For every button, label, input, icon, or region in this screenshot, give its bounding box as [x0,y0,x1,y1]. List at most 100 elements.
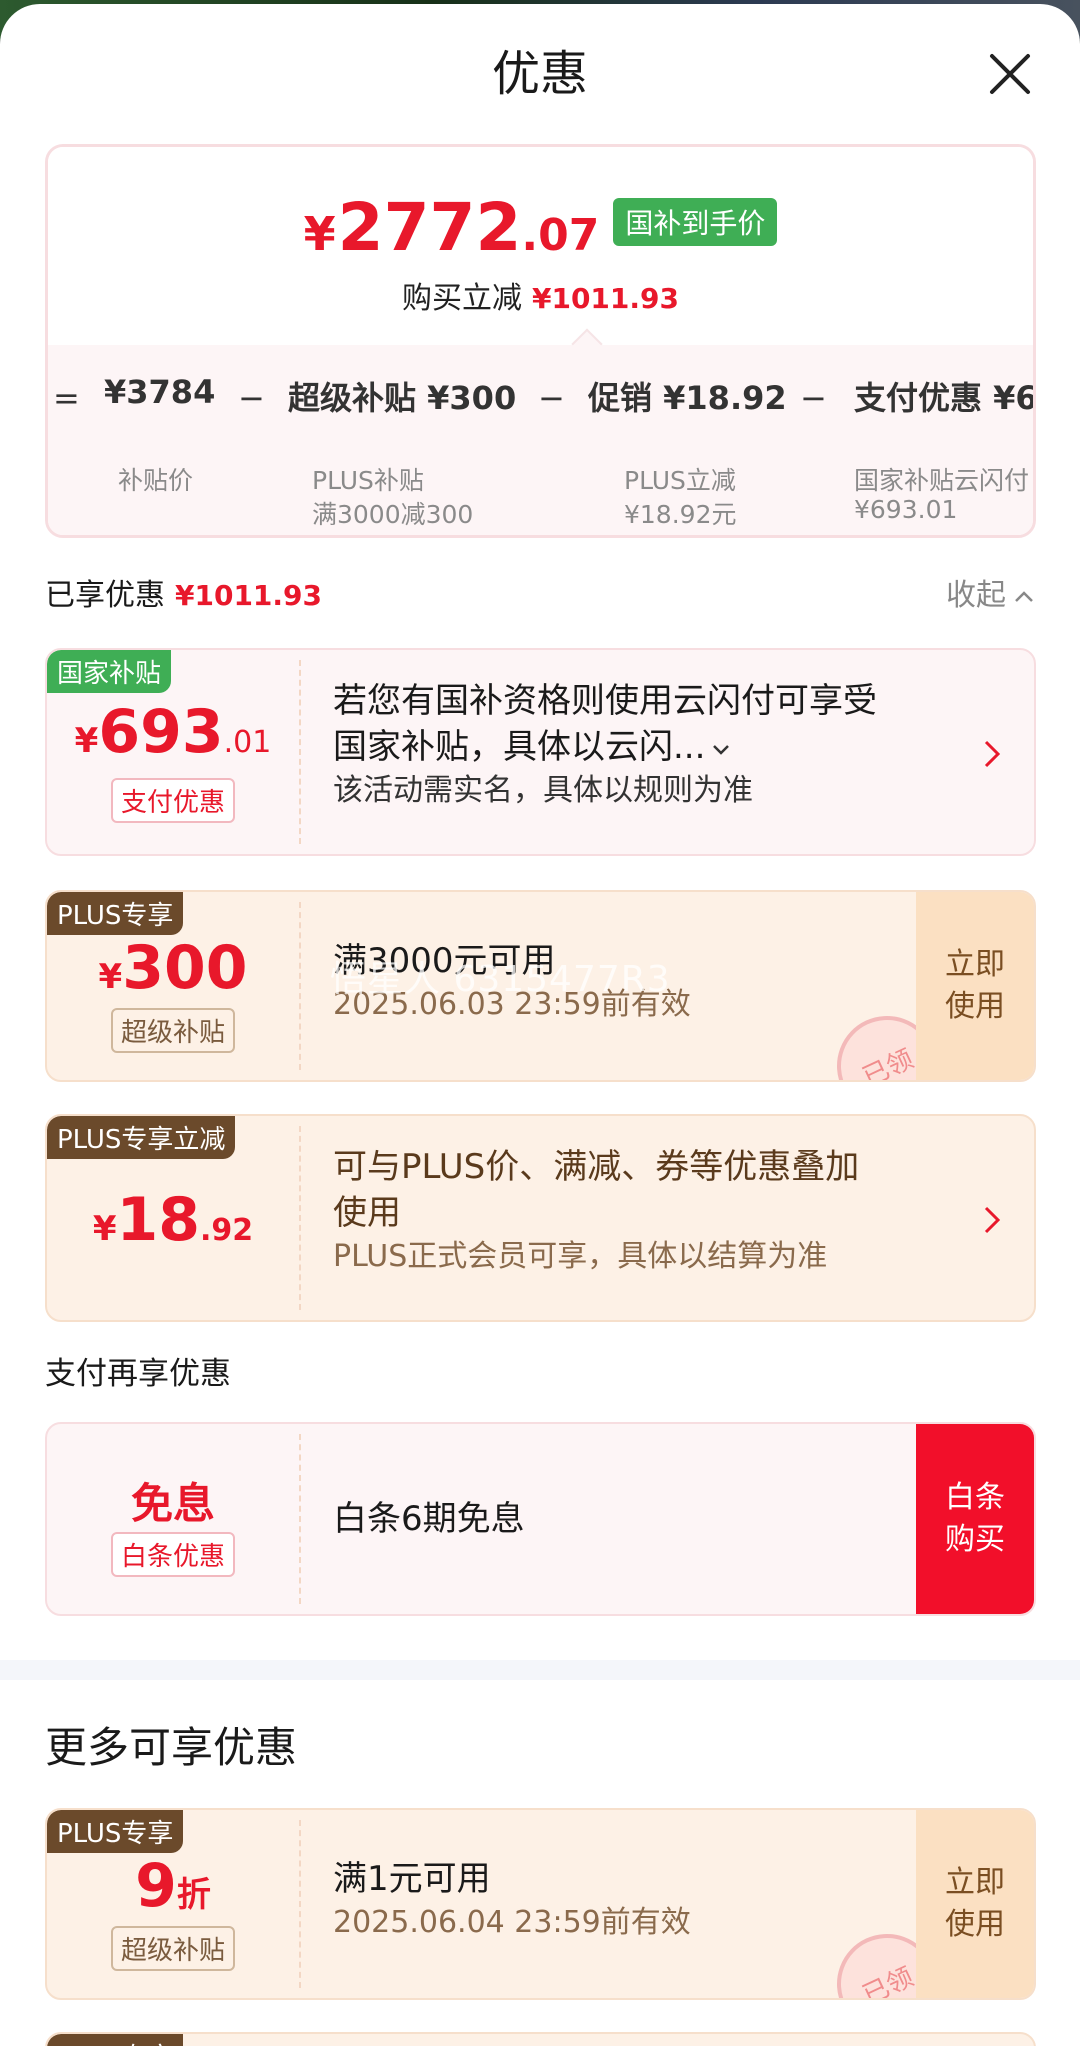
amount-integer: 300 [122,933,248,1003]
collapse-label: 收起 [946,578,1006,613]
formula-op: − [538,379,565,417]
use-now-button[interactable]: 立即 使用 [916,892,1034,1080]
coupon-type-label: 超级补贴 [110,1008,235,1053]
coupon-divider [299,1434,301,1604]
plus-discount-card[interactable]: PLUS专享 9折 超级补贴 满1元可用 2025.06.04 23:59前有效… [45,1808,1036,2000]
price-integer: 2772 [337,189,522,266]
formula-op: = [53,379,80,417]
amount-decimal: .92 [200,1213,254,1248]
close-icon[interactable] [986,50,1034,98]
use-now-button[interactable]: 立即 使用 [916,1810,1034,1998]
coupon-amount: ¥693.01 [47,700,299,764]
final-price-section: ¥ 2772 .07 国补到手价 购买立减 ¥1011.93 [48,147,1033,347]
formula-sub: PLUS补贴 [312,466,424,495]
formula-sub: ¥693.01 [854,495,958,524]
enjoyed-amount: ¥1011.93 [175,579,323,612]
coupon-type: 超级补贴 [47,1926,299,1971]
price-breakdown[interactable]: = ¥3784 补贴价 − 超级补贴 ¥300 PLUS补贴 满3000减300… [48,345,1036,535]
coupon-type-label: 白条优惠 [110,1532,235,1577]
coupon-description: 满1元可用 2025.06.04 23:59前有效 [333,1856,691,1944]
interest-free-label: 免息 [130,1479,215,1528]
coupon-value-area: PLUS专享 ¥300 超级补贴 [47,892,299,1080]
coupon-amount: ¥18.92 [47,1188,299,1252]
formula-term: 促销 ¥18.92 [588,379,787,417]
sheet-title: 优惠 [491,46,588,102]
final-price: ¥ 2772 .07 国补到手价 [48,193,1033,263]
coupon-badge: PLUS专享 [47,892,184,935]
coupon-badge: 国家补贴 [47,650,172,693]
coupon-condition: 满1元可用 [333,1859,491,1899]
coupon-expiry: 2025.06.04 23:59前有效 [333,1905,691,1940]
coupon-type: 支付优惠 [47,778,299,823]
coupon-description: 可与PLUS价、满减、券等优惠叠加 使用 PLUS正式会员可享，具体以结算为准 [333,1144,859,1278]
chevron-down-icon [713,744,730,755]
sheet-header: 优惠 [0,4,1080,144]
coupon-main-text-2: 国家补贴，具体以云闪... [333,727,706,767]
use-button-line: 使用 [945,989,1005,1024]
use-button-line: 立即 [945,1865,1005,1900]
coupon-description: 白条6期免息 [333,1496,525,1542]
coupon-badge: PLUS专享 [47,1810,184,1853]
more-discounts-heading: 更多可享优惠 [45,1723,298,1772]
coupon-amount: 9折 [47,1854,299,1918]
formula-sub: 国家补贴云闪付 [854,466,1030,495]
coupon-type-label: 超级补贴 [110,1926,235,1971]
formula-term: 超级补贴 ¥300 [288,379,517,417]
coupon-main-text: 若您有国补资格则使用云闪付可享受 [333,681,877,721]
baitiao-buy-button[interactable]: 白条 购买 [916,1424,1034,1614]
formula-term: 支付优惠 ¥6 [854,379,1036,417]
amount-decimal: .01 [223,725,272,760]
coupon-divider [299,902,301,1070]
enjoyed-label: 已享优惠 [45,578,165,613]
coupon-type: 白条优惠 [47,1532,299,1577]
coupon-sub-text: 该活动需实名，具体以规则为准 [333,773,753,808]
installment-text: 白条6期免息 [333,1499,525,1539]
buy-button-line: 白条 [945,1480,1005,1515]
use-button-line: 使用 [945,1907,1005,1942]
watermark-text: 悟星人 6315477R3 [330,959,671,1000]
price-decimal: .07 [521,210,600,261]
chevron-right-icon[interactable] [980,1202,1004,1238]
formula-sub: ¥18.92元 [624,500,737,529]
amount-currency: ¥ [74,721,99,761]
chevron-right-icon[interactable] [980,736,1004,772]
amount-integer: 9 [135,1851,177,1921]
formula-sub: PLUS立减 [624,466,736,495]
coupon-amount: ¥300 [47,936,299,1000]
plus-reduction-card[interactable]: PLUS专享立减 ¥18.92 可与PLUS价、满减、券等优惠叠加 使用 PLU… [45,1114,1036,1322]
price-currency: ¥ [303,207,336,261]
coupon-value-area: 免息 白条优惠 [47,1424,299,1614]
formula-sub: 满3000减300 [312,500,474,529]
buy-button-line: 购买 [945,1522,1005,1557]
formula-term: ¥3784 [104,373,216,411]
formula-op: − [800,379,827,417]
chevron-up-icon [1015,590,1033,602]
reduction-amount: ¥1011.93 [531,282,679,315]
purchase-reduction: 购买立减 ¥1011.93 [48,273,1033,317]
plus-coupon-card-partial[interactable]: PLUS专享 [45,2032,1036,2046]
coupon-sub-text: PLUS正式会员可享，具体以结算为准 [333,1239,828,1274]
coupon-badge: PLUS专享立减 [47,1116,236,1159]
coupon-value-area: PLUS专享 9折 超级补贴 [47,1810,299,1998]
coupon-badge: PLUS专享 [47,2034,184,2046]
use-button-line: 立即 [945,947,1005,982]
coupon-value-area: 国家补贴 ¥693.01 支付优惠 [47,650,299,854]
price-tag-badge: 国补到手价 [613,198,778,246]
amount-integer: 693 [98,697,224,767]
collapse-button[interactable]: 收起 [946,570,1036,614]
price-summary-card: ¥ 2772 .07 国补到手价 购买立减 ¥1011.93 = ¥3784 补贴… [45,144,1036,538]
gov-subsidy-card[interactable]: 国家补贴 ¥693.01 支付优惠 若您有国补资格则使用云闪付可享受 国家补贴，… [45,648,1036,856]
coupon-main-text: 可与PLUS价、满减、券等优惠叠加 [333,1147,860,1187]
coupon-main-text-2: 使用 [333,1193,401,1233]
section-gap [0,1660,1080,1680]
coupon-type: 超级补贴 [47,1008,299,1053]
reduction-label: 购买立减 [401,281,522,316]
coupon-main-text-cont[interactable]: 国家补贴，具体以云闪... [333,724,877,770]
amount-currency: ¥ [92,1209,117,1249]
formula-op: − [238,379,265,417]
coupon-value-area: PLUS专享立减 ¥18.92 [47,1116,299,1320]
enjoyed-discounts-header: 已享优惠 ¥1011.93 收起 [45,570,1036,616]
baitiao-card[interactable]: 免息 白条优惠 白条6期免息 白条购买 [45,1422,1036,1616]
coupon-type-label: 支付优惠 [110,778,235,823]
discount-sheet: 优惠 ¥ 2772 .07 国补到手价 购买立减 ¥1011.93 = ¥3784… [0,4,1080,2046]
